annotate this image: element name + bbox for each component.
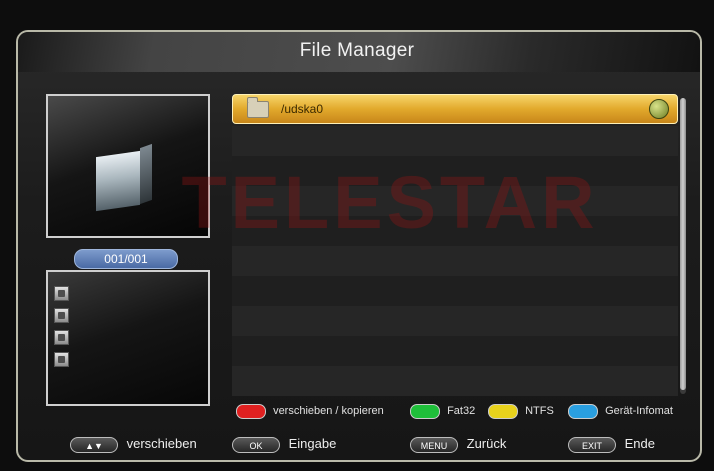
red-key-icon: [236, 403, 266, 419]
menu-key-icon: MENU: [410, 436, 458, 453]
green-key-label: Fat32: [447, 405, 476, 417]
list-row-empty[interactable]: [232, 126, 678, 156]
red-key-action[interactable]: verschieben / kopieren: [236, 402, 384, 422]
color-key-legend: verschieben / kopieren Fat32 NTFS Gerät-…: [232, 402, 692, 422]
footer-exit[interactable]: EXIT Ende: [568, 436, 655, 453]
storage-device-icon: [96, 143, 152, 212]
footer-bar: ▲▼ verschieben OK Eingabe MENU Zurück EX…: [30, 432, 690, 456]
contact-icon[interactable]: [54, 308, 69, 323]
list-row-empty[interactable]: [232, 306, 678, 336]
folder-icon: [247, 97, 269, 118]
list-row-empty[interactable]: [232, 246, 678, 276]
yellow-key-label: NTFS: [525, 405, 554, 417]
ok-key-icon: OK: [232, 436, 280, 453]
monitor-icon[interactable]: [54, 330, 69, 345]
green-key-icon: [410, 403, 440, 419]
red-key-label: verschieben / kopieren: [273, 405, 384, 417]
list-row-empty[interactable]: [232, 276, 678, 306]
list-item[interactable]: /udska0: [232, 94, 678, 124]
yellow-key-action[interactable]: NTFS: [488, 402, 554, 422]
list-row-empty[interactable]: [232, 366, 678, 396]
item-counter: 001/001: [74, 249, 178, 269]
footer-menu-label: Zurück: [466, 436, 507, 451]
scroll-thumb[interactable]: [680, 98, 686, 390]
footer-ok-label: Eingabe: [288, 436, 337, 451]
list-row-empty[interactable]: [232, 336, 678, 366]
tools-panel: [46, 270, 210, 406]
footer-move[interactable]: ▲▼ verschieben: [70, 436, 197, 453]
footer-exit-label: Ende: [624, 436, 655, 451]
footer-move-label: verschieben: [126, 436, 197, 451]
footer-ok[interactable]: OK Eingabe: [232, 436, 336, 453]
network-icon[interactable]: [54, 352, 69, 367]
photo-icon[interactable]: [54, 286, 69, 301]
page-title: File Manager: [299, 40, 415, 61]
usb-icon: [649, 99, 669, 119]
exit-key-icon: EXIT: [568, 436, 616, 453]
green-key-action[interactable]: Fat32: [410, 402, 475, 422]
list-item-label: /udska0: [281, 102, 324, 116]
blue-key-icon: [568, 403, 598, 419]
watermark: TELESTAR: [181, 161, 599, 244]
blue-key-action[interactable]: Gerät-Infomat: [568, 402, 673, 422]
updown-key-icon: ▲▼: [70, 436, 118, 453]
yellow-key-icon: [488, 403, 518, 419]
blue-key-label: Gerät-Infomat: [605, 405, 673, 417]
scrollbar[interactable]: [680, 98, 686, 394]
footer-menu[interactable]: MENU Zurück: [410, 436, 506, 453]
